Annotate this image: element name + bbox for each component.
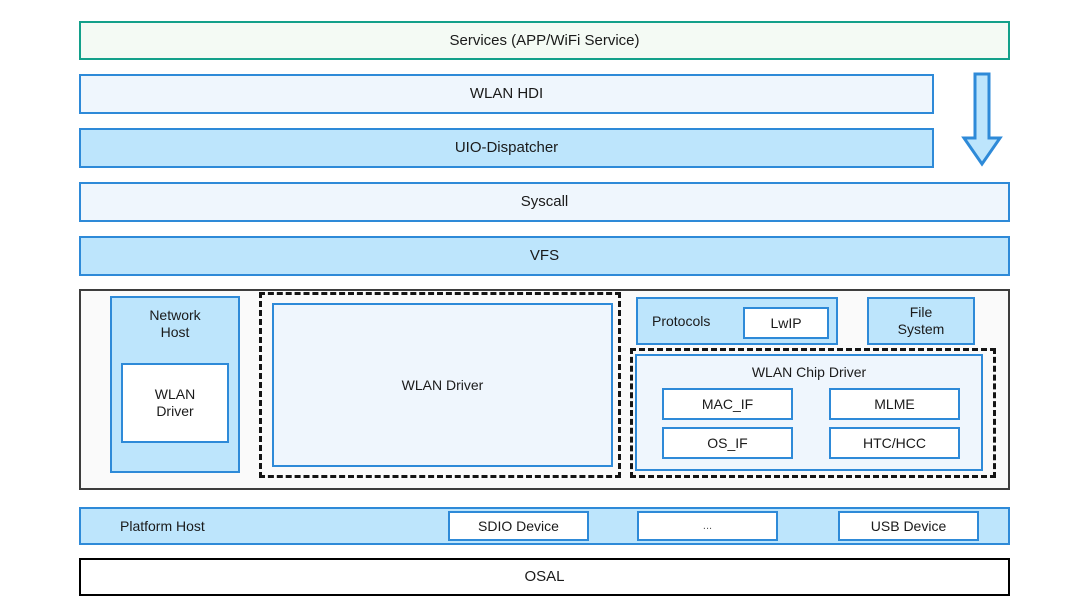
- layer-osal: OSAL: [79, 558, 1010, 596]
- layer-vfs: VFS: [79, 236, 1010, 276]
- architecture-diagram: Services (APP/WiFi Service) WLAN HDI UIO…: [0, 0, 1088, 612]
- protocols-label: Protocols: [652, 312, 711, 329]
- network-host-label: Network Host: [149, 307, 201, 340]
- lwip-box: LwIP: [743, 307, 829, 339]
- module-mac-if: MAC_IF: [662, 388, 793, 420]
- arrow-down-icon: [960, 72, 1004, 168]
- layer-uio-dispatcher: UIO-Dispatcher: [79, 128, 934, 168]
- layer-syscall: Syscall: [79, 182, 1010, 222]
- platform-host-label: Platform Host: [120, 518, 205, 534]
- file-system-box: File System: [867, 297, 975, 345]
- device-usb: USB Device: [838, 511, 979, 541]
- module-mlme: MLME: [829, 388, 960, 420]
- module-htc-hcc: HTC/HCC: [829, 427, 960, 459]
- wlan-chip-driver-label: WLAN Chip Driver: [751, 364, 867, 380]
- device-ellipsis: ...: [637, 511, 778, 541]
- device-sdio: SDIO Device: [448, 511, 589, 541]
- module-os-if: OS_IF: [662, 427, 793, 459]
- layer-wlan-hdi: WLAN HDI: [79, 74, 934, 114]
- network-host-wlan-driver-box: WLAN Driver: [121, 363, 229, 443]
- layer-services: Services (APP/WiFi Service): [79, 21, 1010, 60]
- wlan-driver-box: WLAN Driver: [272, 303, 613, 467]
